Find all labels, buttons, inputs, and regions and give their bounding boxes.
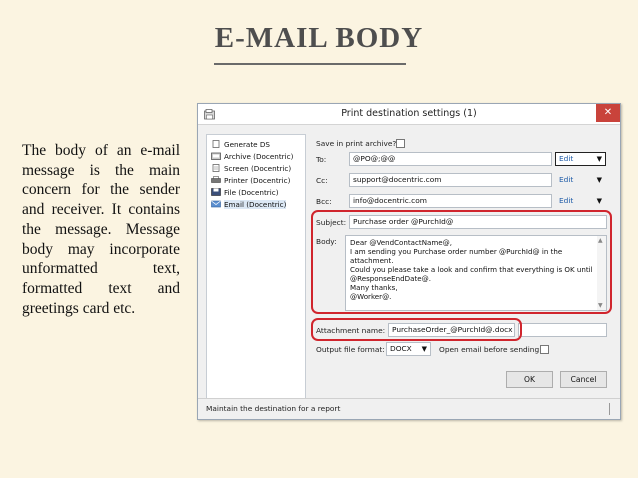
output-format-value: DOCX <box>390 344 412 353</box>
file-icon <box>211 188 221 196</box>
tree-item-label: Email (Docentric) <box>224 200 287 209</box>
tree-item-generate-ds[interactable]: Generate DS <box>211 139 270 151</box>
to-edit-dropdown[interactable]: Edit ▼ <box>555 152 606 166</box>
output-format-label: Output file format: <box>316 345 385 354</box>
attachment-extra-field[interactable] <box>518 323 607 337</box>
tree-item-screen[interactable]: Screen (Docentric) <box>211 163 291 175</box>
to-edit-label: Edit <box>559 154 574 163</box>
chevron-down-icon: ▼ <box>596 176 602 184</box>
attachment-highlight <box>311 318 522 341</box>
chevron-down-icon: ▼ <box>421 345 427 353</box>
tree-item-label: File (Docentric) <box>224 188 279 197</box>
output-format-select[interactable]: DOCX ▼ <box>386 342 431 356</box>
chevron-down-icon: ▼ <box>596 197 602 205</box>
printer-icon <box>211 176 221 183</box>
slide-title: E-MAIL BODY <box>214 22 424 54</box>
chevron-down-icon: ▼ <box>596 155 602 163</box>
open-email-label: Open email before sending: <box>439 345 542 354</box>
open-email-checkbox[interactable] <box>540 345 549 354</box>
tree-item-label: Generate DS <box>224 140 270 149</box>
tree-item-email[interactable]: Email (Docentric) <box>211 199 287 211</box>
cancel-button[interactable]: Cancel <box>560 371 607 388</box>
archive-checkbox[interactable] <box>396 139 405 148</box>
status-separator <box>609 403 610 415</box>
cc-edit-dropdown[interactable]: Edit ▼ <box>555 173 606 187</box>
bcc-input[interactable]: info@docentric.com <box>349 194 552 208</box>
destination-tree: Generate DS Archive (Docentric) Screen (… <box>206 134 306 399</box>
status-text: Maintain the destination for a report <box>206 404 341 413</box>
cc-label: Cc: <box>316 176 328 185</box>
cc-edit-label: Edit <box>559 175 574 184</box>
cc-input[interactable]: support@docentric.com <box>349 173 552 187</box>
dialog-title: Print destination settings (1) <box>341 108 477 119</box>
tree-item-label: Archive (Docentric) <box>224 152 294 161</box>
status-bar: Maintain the destination for a report <box>198 398 620 419</box>
dialog-titlebar: Print destination settings (1) ✕ <box>198 104 620 125</box>
bcc-label: Bcc: <box>316 197 332 206</box>
archive-label: Save in print archive? <box>316 139 397 148</box>
ok-button[interactable]: OK <box>506 371 553 388</box>
doc-icon <box>212 140 220 148</box>
tree-item-printer[interactable]: Printer (Docentric) <box>211 175 290 187</box>
bcc-edit-label: Edit <box>559 196 574 205</box>
screen-icon <box>212 164 220 172</box>
email-icon <box>211 200 221 208</box>
tree-item-label: Printer (Docentric) <box>224 176 291 185</box>
slide-body-text: The body of an e-mail message is the mai… <box>22 142 180 317</box>
close-button[interactable]: ✕ <box>596 104 620 122</box>
subject-body-highlight <box>311 210 612 314</box>
bcc-edit-dropdown[interactable]: Edit ▼ <box>555 194 606 208</box>
tree-item-archive[interactable]: Archive (Docentric) <box>211 151 293 163</box>
to-input[interactable]: @PO@;@@ <box>349 152 552 166</box>
to-label: To: <box>316 155 327 164</box>
tree-item-file[interactable]: File (Docentric) <box>211 187 279 199</box>
print-destination-dialog: Print destination settings (1) ✕ Generat… <box>197 103 621 420</box>
archive-icon <box>211 152 221 160</box>
tree-item-label: Screen (Docentric) <box>224 164 292 173</box>
title-underline <box>214 63 406 65</box>
